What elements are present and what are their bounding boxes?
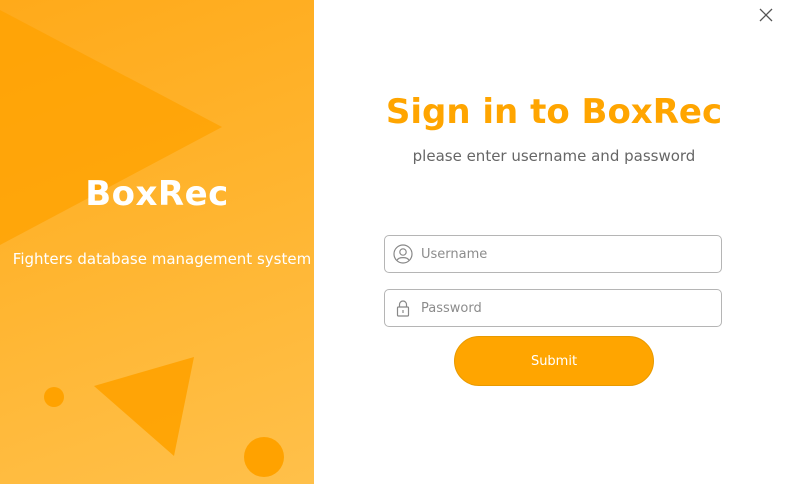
- app-tagline: Fighters database management system: [12, 250, 312, 268]
- small-triangle: [94, 357, 194, 456]
- submit-button[interactable]: Submit: [454, 336, 654, 386]
- brand-panel: BoxRec Fighters database management syst…: [0, 0, 314, 484]
- page-title: Sign in to BoxRec: [385, 92, 723, 132]
- page-subtitle: please enter username and password: [412, 147, 696, 165]
- large-dot: [244, 437, 284, 477]
- close-icon: [759, 8, 773, 22]
- password-field[interactable]: [384, 289, 722, 327]
- app-name: BoxRec: [85, 174, 229, 214]
- username-input[interactable]: [421, 236, 711, 272]
- close-button[interactable]: [756, 5, 776, 25]
- password-input[interactable]: [421, 290, 711, 326]
- decorative-shapes: [0, 10, 284, 477]
- user-icon: [393, 244, 413, 264]
- username-field[interactable]: [384, 235, 722, 273]
- lock-icon: [396, 300, 410, 317]
- small-dot: [44, 387, 64, 407]
